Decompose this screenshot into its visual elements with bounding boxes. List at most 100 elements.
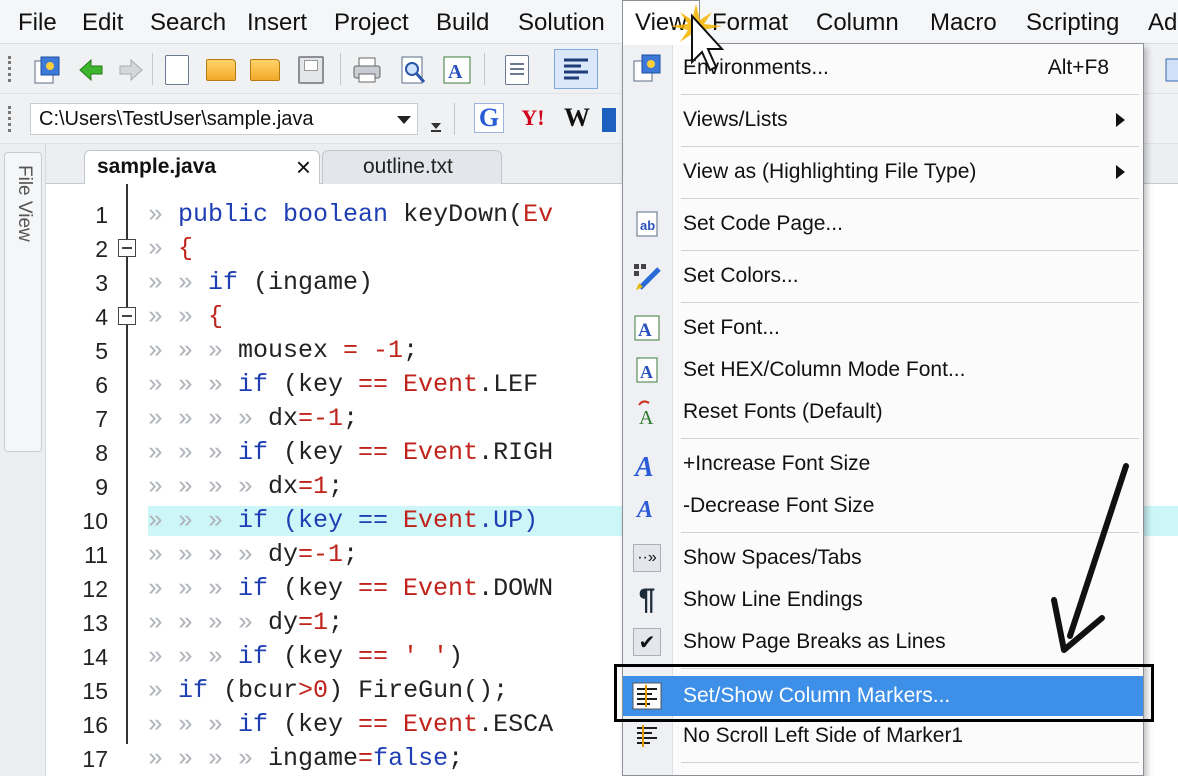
menu-insert[interactable]: Insert (235, 0, 319, 44)
menu-item-view-as[interactable]: View as (Highlighting File Type) (623, 152, 1143, 192)
open-folder-icon[interactable] (204, 53, 238, 87)
menu-item-reset-fonts[interactable]: A Reset Fonts (Default) (623, 392, 1143, 432)
menu-item-set-code-page[interactable]: ab Set Code Page... (623, 204, 1143, 244)
menu-file[interactable]: File (6, 0, 69, 44)
code-text: » » » if (key == ' ') (148, 640, 463, 674)
code-token: .ESCA (478, 710, 554, 739)
code-text: » » » mousex = -1; (148, 334, 418, 368)
code-token: == Event (358, 438, 479, 467)
code-token: » » » » (148, 404, 269, 433)
menu-macro[interactable]: Macro (918, 0, 1009, 44)
code-page-icon: ab (629, 207, 665, 241)
code-token: » » » (148, 642, 239, 671)
google-search-icon[interactable]: G (474, 103, 504, 133)
line-number: 10 (82, 508, 108, 534)
menu-item-label: Reset Fonts (Default) (683, 400, 883, 423)
mouse-cursor-icon (670, 4, 725, 72)
menu-item-label: Show Line Endings (683, 588, 863, 611)
new-file-icon[interactable] (160, 53, 194, 87)
document-lines-icon[interactable] (500, 53, 534, 87)
code-token: » » » » (148, 472, 269, 501)
line-number: 7 (95, 406, 108, 432)
code-token: dx (268, 472, 299, 501)
line-number: 4 (95, 304, 108, 330)
font-icon[interactable]: A (440, 53, 474, 87)
menu-edit[interactable]: Edit (70, 0, 135, 44)
line-number: 8 (95, 440, 108, 466)
open-recent-icon[interactable] (248, 53, 282, 87)
code-token: » (148, 234, 179, 263)
menu-scripting[interactable]: Scripting (1014, 0, 1131, 44)
no-scroll-icon (629, 719, 665, 753)
code-token: false (373, 744, 449, 773)
code-text: » » » if (key == Event.UP) (148, 504, 538, 538)
menu-project[interactable]: Project (322, 0, 421, 44)
word-wrap-icon[interactable] (554, 49, 598, 89)
svg-text:A: A (638, 320, 652, 341)
menu-item-label: +Increase Font Size (683, 452, 871, 475)
menu-advanced[interactable]: Ad (1136, 0, 1178, 44)
fold-toggle-icon[interactable] (118, 307, 136, 325)
code-token: mousex (238, 336, 344, 365)
code-token: if (key == (238, 506, 404, 535)
msdn-search-icon[interactable] (598, 103, 620, 137)
code-token: dy (268, 608, 299, 637)
pilcrow-icon: ¶ (638, 583, 656, 616)
save-icon[interactable] (294, 53, 328, 87)
menu-column[interactable]: Column (804, 0, 911, 44)
menu-item-views-lists[interactable]: Views/Lists (623, 100, 1143, 140)
back-arrow-icon[interactable] (74, 53, 108, 87)
print-icon[interactable] (350, 53, 384, 87)
yahoo-search-icon[interactable]: Y! (518, 103, 548, 133)
code-text: » public boolean keyDown(Ev (148, 198, 553, 232)
menu-item-set-colors[interactable]: Set Colors... (623, 256, 1143, 296)
code-token: if (238, 370, 284, 399)
tab-outline-txt[interactable]: outline.txt (322, 150, 502, 184)
svg-text:A: A (640, 362, 653, 382)
forward-arrow-icon[interactable] (114, 53, 148, 87)
code-token: » » (148, 268, 209, 297)
check-icon: ✔ (629, 625, 665, 659)
wikipedia-search-icon[interactable]: W (562, 103, 592, 133)
menu-item-set-font[interactable]: A Set Font... (623, 308, 1143, 348)
code-text: » » » » ingame=false; (148, 742, 463, 776)
menu-item-no-scroll-left[interactable]: No Scroll Left Side of Marker1 (623, 716, 1143, 756)
code-token: ; (328, 608, 344, 637)
svg-text:A: A (635, 497, 653, 521)
code-token: .DOWN (478, 574, 554, 603)
line-number: 11 (84, 542, 108, 568)
line-number: 2 (95, 236, 108, 262)
project-icon[interactable] (30, 53, 64, 87)
close-icon[interactable]: × (296, 151, 311, 183)
toolbar-grip[interactable] (8, 106, 12, 132)
menu-item-set-hex-font[interactable]: A Set HEX/Column Mode Font... (623, 350, 1143, 390)
line-number: 12 (82, 576, 108, 602)
code-token: keyDown( (403, 200, 524, 229)
fold-toggle-icon[interactable] (118, 239, 136, 257)
print-preview-icon[interactable] (396, 53, 430, 87)
code-token: » (148, 676, 179, 705)
tab-sample-java[interactable]: sample.java × (84, 150, 320, 185)
code-text: » » » » dx=1; (148, 470, 343, 504)
menu-item-label: Show Spaces/Tabs (683, 546, 862, 569)
code-token: (key (283, 438, 359, 467)
menu-solution[interactable]: Solution (506, 0, 617, 44)
code-token: == Event (358, 710, 479, 739)
svg-text:A: A (639, 407, 654, 427)
toolbar-overflow-icon[interactable] (424, 103, 448, 137)
svg-text:A: A (633, 452, 654, 479)
code-token: Ev (523, 200, 554, 229)
code-token: >0 (298, 676, 329, 705)
code-token: ) FireGun(); (328, 676, 509, 705)
toolbar-more-icon[interactable] (1156, 53, 1178, 87)
menu-build[interactable]: Build (424, 0, 501, 44)
menu-item-label: No Scroll Left Side of Marker1 (683, 724, 964, 747)
file-path-combo[interactable]: C:\Users\TestUser\sample.java (30, 103, 418, 135)
code-token: » » (148, 302, 209, 331)
toolbar-grip[interactable] (8, 56, 12, 82)
file-view-tab[interactable]: File View (4, 152, 42, 452)
tab-label: outline.txt (363, 155, 453, 178)
chevron-down-icon[interactable] (397, 116, 411, 124)
menu-search[interactable]: Search (138, 0, 238, 44)
code-token: =-1 (298, 540, 344, 569)
